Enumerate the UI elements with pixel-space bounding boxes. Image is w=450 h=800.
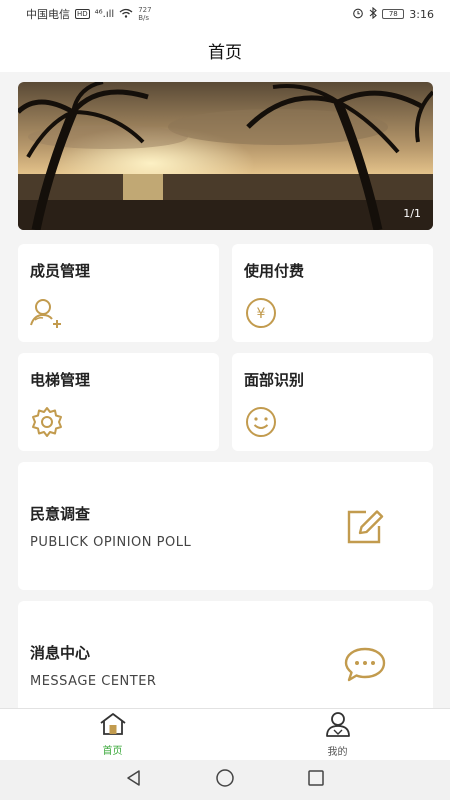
add-user-icon: [28, 296, 66, 334]
home-nav-icon[interactable]: [215, 768, 235, 792]
payment-card-title: 使用付费: [244, 262, 305, 280]
carrier-name: 中国电信: [26, 8, 70, 21]
opinion-poll-card[interactable]: 民意调查 PUBLICK OPINION POLL: [18, 462, 433, 590]
alarm-icon: [352, 7, 364, 22]
net-speed-value: 727: [138, 6, 152, 14]
profile-icon: [323, 711, 353, 741]
tab-home-label: 首页: [102, 746, 123, 757]
message-center-subtitle: MESSAGE CENTER: [30, 674, 157, 689]
elevator-card[interactable]: 电梯管理: [18, 353, 219, 451]
hd-badge: HD: [75, 9, 90, 19]
tab-mine[interactable]: 我的: [225, 709, 450, 760]
status-bar: 中国电信 HD ⁴⁶.ıll 727 B/s 78 3:16: [0, 0, 450, 28]
status-right: 78 3:16: [352, 6, 434, 22]
status-left: 中国电信 HD ⁴⁶.ıll 727 B/s: [26, 6, 152, 22]
face-card-title: 面部识别: [244, 371, 305, 389]
page-title: 首页: [208, 42, 242, 63]
tab-mine-label: 我的: [327, 747, 348, 758]
back-icon[interactable]: [125, 769, 143, 791]
home-icon: [98, 712, 128, 740]
chat-bubble-icon: [344, 645, 388, 689]
payment-card[interactable]: 使用付费 ¥: [232, 244, 433, 342]
yen-coin-icon: ¥: [242, 296, 280, 334]
bottom-tab-bar: 首页 我的: [0, 708, 450, 760]
banner-carousel[interactable]: 1/1: [18, 82, 433, 230]
svg-text:¥: ¥: [257, 306, 266, 322]
system-nav-bar: [0, 760, 450, 800]
recents-icon[interactable]: [307, 769, 325, 791]
gear-icon: [28, 405, 66, 443]
smile-face-icon: [242, 405, 280, 443]
banner-page-indicator: 1/1: [403, 207, 421, 220]
net-speed-unit: B/s: [138, 14, 149, 22]
banner-image: [18, 82, 433, 230]
wifi-icon: [119, 8, 133, 21]
members-card-title: 成员管理: [30, 262, 91, 280]
page-header: 首页: [0, 28, 450, 72]
members-card[interactable]: 成员管理: [18, 244, 219, 342]
opinion-poll-title: 民意调查: [30, 505, 91, 523]
elevator-card-title: 电梯管理: [30, 371, 91, 389]
clock-time: 3:16: [409, 7, 434, 21]
edit-icon: [344, 506, 388, 550]
net-speed: 727 B/s: [138, 6, 151, 22]
bluetooth-icon: [369, 6, 378, 22]
battery-icon: 78: [382, 9, 405, 19]
face-card[interactable]: 面部识别: [232, 353, 433, 451]
signal-icon: ⁴⁶.ıll: [94, 8, 115, 20]
tab-home[interactable]: 首页: [0, 709, 225, 760]
opinion-poll-subtitle: PUBLICK OPINION POLL: [30, 535, 192, 550]
message-center-title: 消息中心: [30, 644, 91, 662]
